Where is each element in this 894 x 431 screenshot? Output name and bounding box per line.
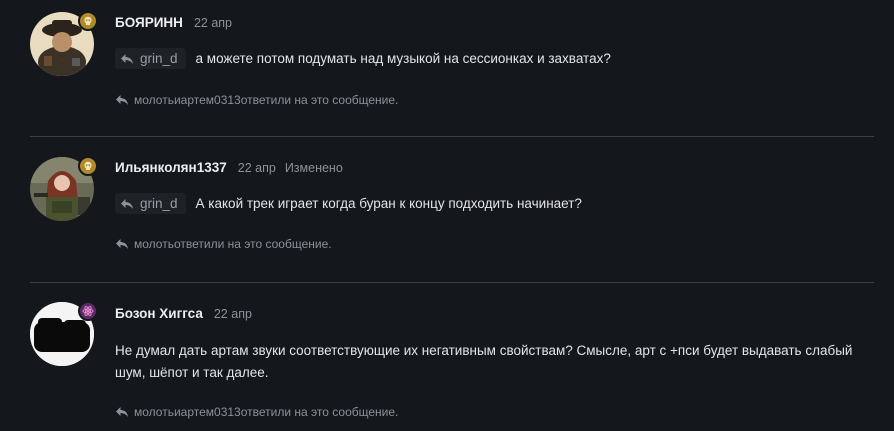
skull-icon (84, 161, 92, 170)
message-text: А какой трек играет когда буран к концу … (195, 196, 582, 211)
comment-header: БОЯРИНН 22 апр (115, 15, 232, 30)
skull-badge (78, 11, 98, 31)
comment-date[interactable]: 22 апр (194, 16, 232, 30)
quote-reference[interactable]: grin_d (115, 48, 186, 69)
edited-label: Изменено (284, 161, 343, 175)
comment-thread: БОЯРИНН 22 апр grin_d а можете потом под… (0, 0, 894, 431)
replies-suffix: ответили на это сообщение. (240, 405, 399, 419)
reply-arrow-icon (116, 407, 128, 417)
comment-message: grin_d а можете потом подумать над музык… (115, 48, 611, 69)
divider (30, 282, 874, 283)
replies-suffix: ответили на это сообщение. (173, 237, 332, 251)
username[interactable]: Ильянколян1337 (115, 160, 227, 175)
comment-date[interactable]: 22 апр (214, 307, 252, 321)
reply-arrow-icon (116, 95, 128, 105)
username[interactable]: БОЯРИНН (115, 15, 183, 30)
replies-summary[interactable]: молотьответили на это сообщение. (115, 237, 332, 251)
comment-header: Ильянколян1337 22 апр Изменено (115, 160, 343, 175)
atom-badge (78, 301, 98, 321)
reply-arrow-icon (121, 53, 133, 64)
reply-arrow-icon (121, 198, 133, 209)
replies-summary[interactable]: молотьиартем0313ответили на это сообщени… (115, 405, 398, 419)
comment-date[interactable]: 22 апр (238, 161, 276, 175)
quote-username: grin_d (140, 51, 178, 66)
message-text: а можете потом подумать над музыкой на с… (195, 51, 611, 66)
comment-message: grin_d А какой трек играет когда буран к… (115, 193, 582, 214)
skull-badge (78, 156, 98, 176)
quote-username: grin_d (140, 196, 178, 211)
atom-icon (82, 306, 94, 316)
replies-users[interactable]: молотьиартем0313 (134, 405, 241, 419)
quote-reference[interactable]: grin_d (115, 193, 186, 214)
replies-suffix: ответили на это сообщение. (240, 93, 399, 107)
message-text: Не думал дать артам звуки соответствующи… (115, 343, 853, 380)
divider (30, 136, 874, 137)
replies-users[interactable]: молотьиартем0313 (134, 93, 241, 107)
replies-summary[interactable]: молотьиартем0313ответили на это сообщени… (115, 93, 398, 107)
comment-header: Бозон Хиггса 22 апр (115, 306, 252, 321)
reply-arrow-icon (116, 239, 128, 249)
username[interactable]: Бозон Хиггса (115, 306, 203, 321)
skull-icon (84, 16, 92, 25)
replies-users[interactable]: молоть (134, 237, 174, 251)
